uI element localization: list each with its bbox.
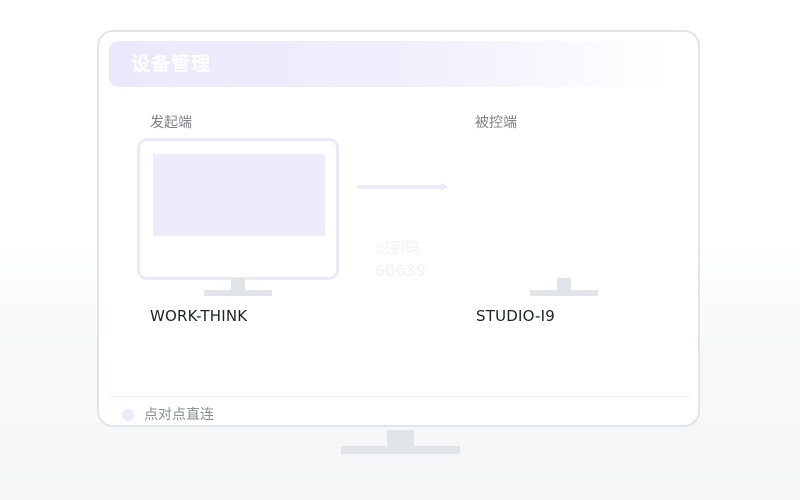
footer-divider: [109, 396, 691, 397]
monitor-stand-neck: [387, 430, 414, 446]
initiator-label: 发起端: [150, 115, 192, 131]
initiator-screen-preview: [153, 154, 325, 236]
status-dot-icon: [122, 409, 134, 421]
page-title: 设备管理: [131, 53, 212, 75]
device-management-panel: 设备管理 发起端 被控端 WORK-THINK 识别码 60639 STUDIO…: [97, 30, 700, 427]
identification-code-value: 60639: [375, 261, 426, 280]
controlled-stand-base: [530, 290, 598, 296]
initiator-stand-base: [204, 290, 272, 296]
controlled-stand-neck: [557, 278, 571, 290]
initiator-stand-neck: [231, 278, 245, 290]
title-bar: 设备管理: [109, 41, 669, 87]
controlled-label: 被控端: [475, 115, 517, 131]
identification-code-label: 识别码: [375, 239, 421, 257]
initiator-monitor-icon[interactable]: [137, 138, 339, 280]
connection-arrow-head-icon: [441, 183, 448, 191]
monitor-stand-base: [341, 446, 460, 454]
connection-mode-label: 点对点直连: [144, 407, 214, 423]
initiator-device-name: WORK-THINK: [150, 307, 248, 325]
connection-arrow-icon: [357, 185, 443, 189]
controlled-device-name: STUDIO-I9: [476, 307, 556, 325]
